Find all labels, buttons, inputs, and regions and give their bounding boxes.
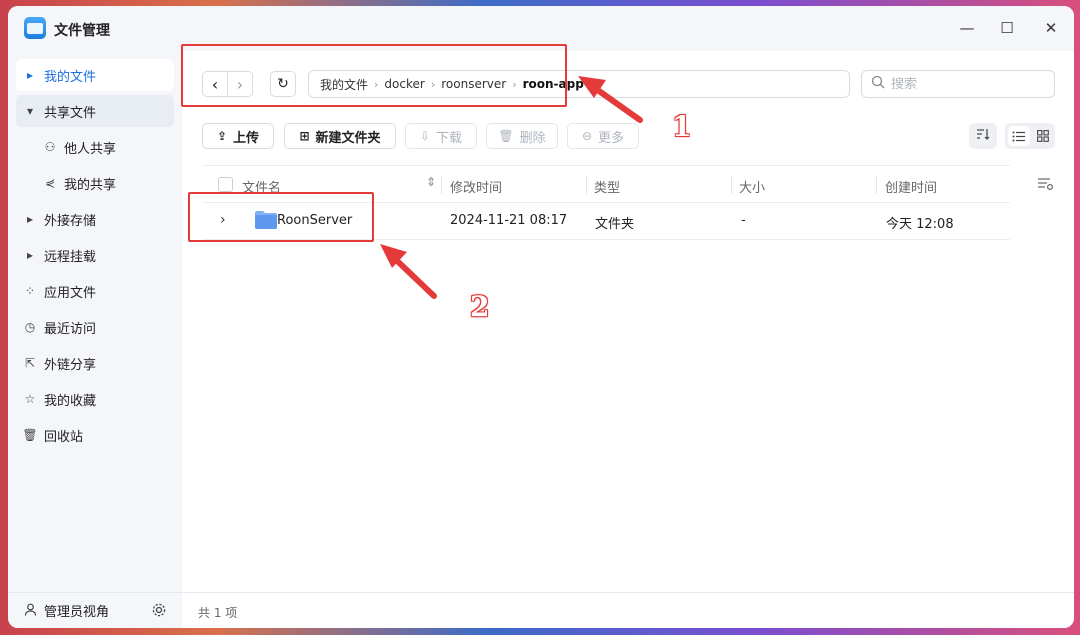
annotation-arrow-2 [380,244,437,299]
annotation-arrow-1 [578,76,643,123]
annotation-label-2: 2 [470,290,490,323]
annotation-arrows [380,76,643,299]
annotation-label-1: 1 [672,110,692,143]
